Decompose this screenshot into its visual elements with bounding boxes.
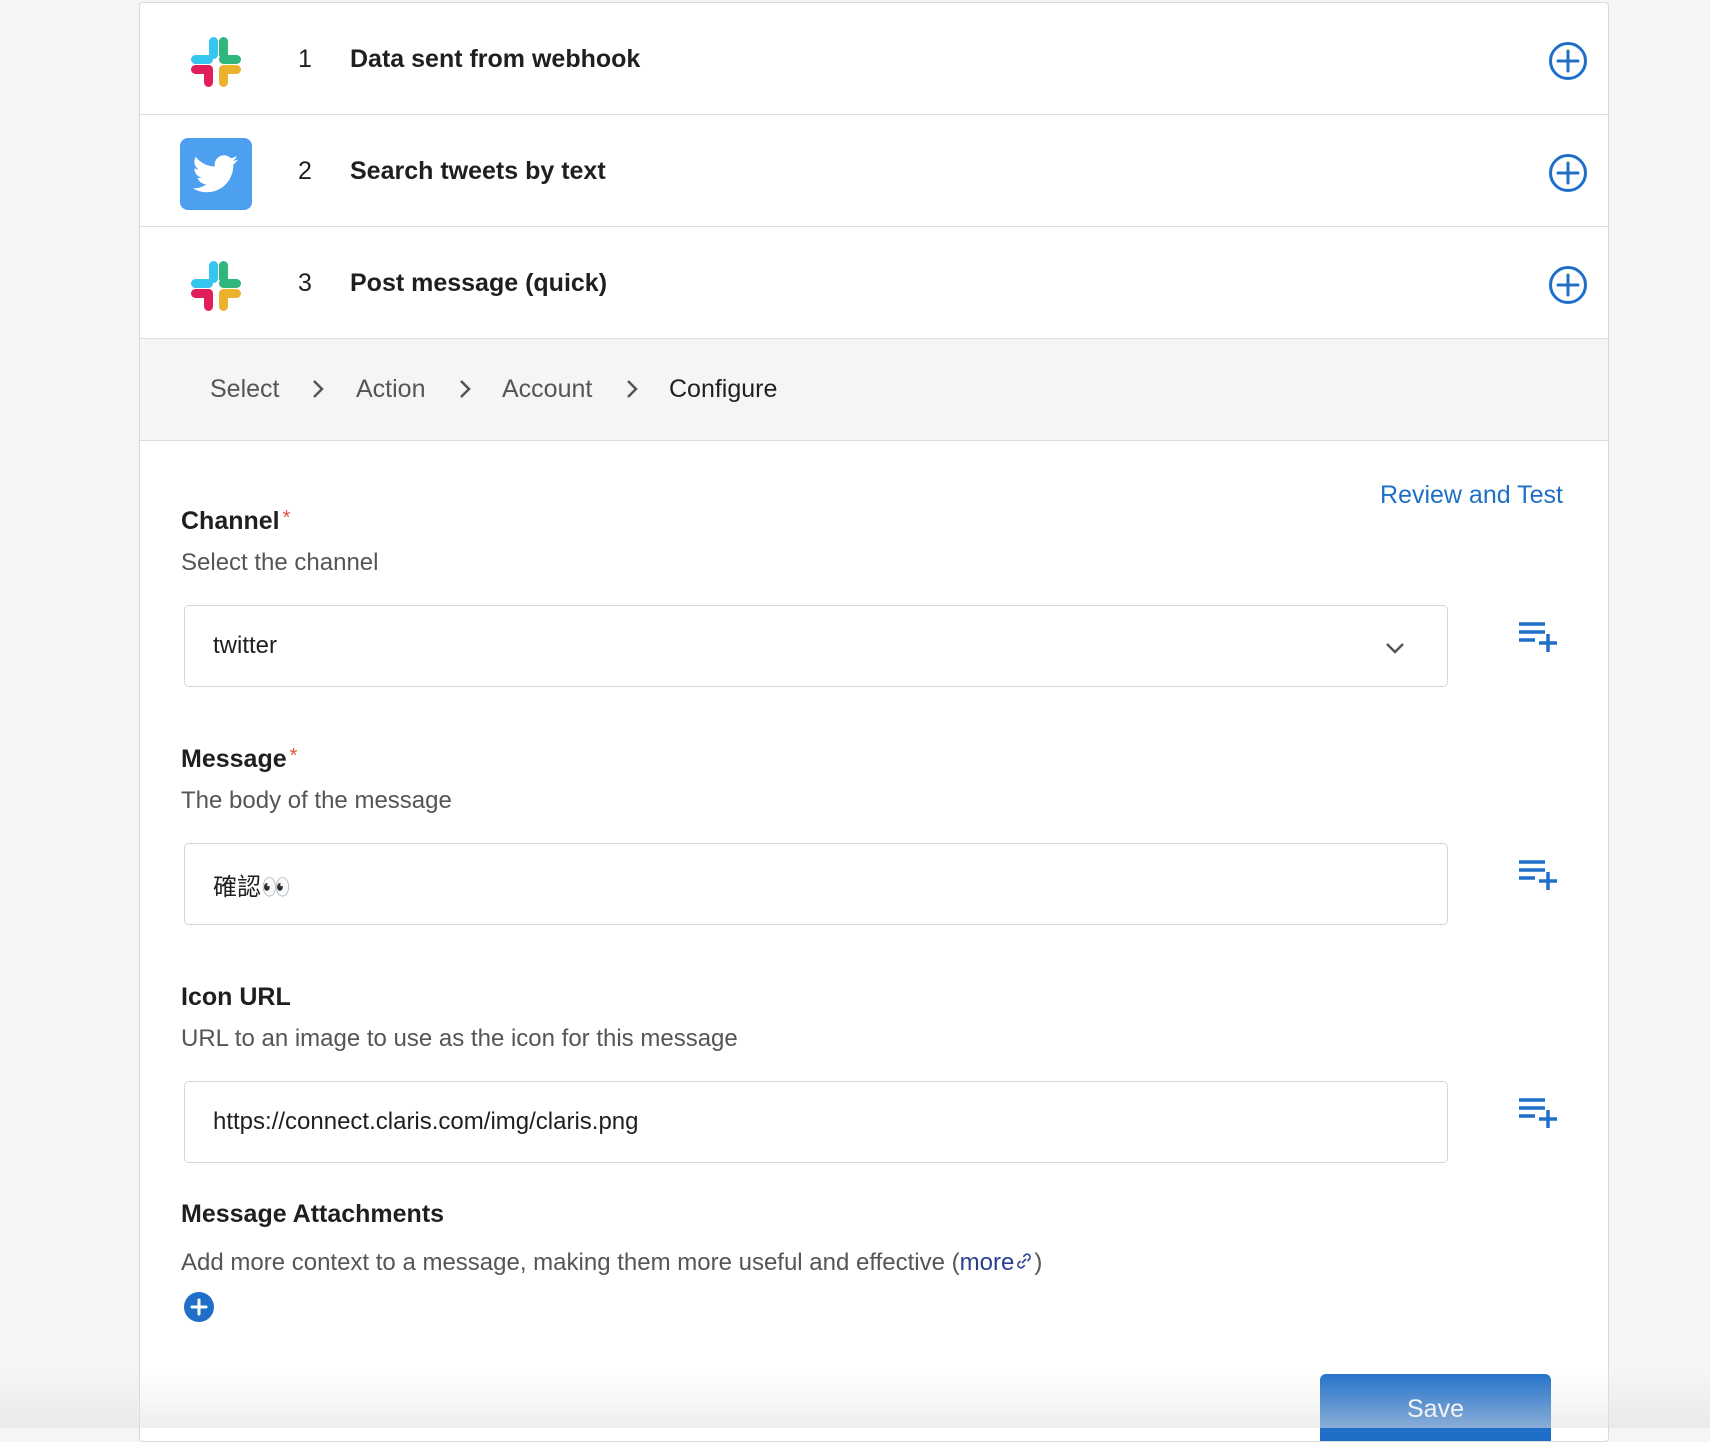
breadcrumb-configure[interactable]: Configure	[669, 339, 777, 439]
breadcrumb-account[interactable]: Account	[502, 339, 592, 439]
playlist-add-icon[interactable]	[1517, 620, 1561, 654]
icon-url-help: URL to an image to use as the icon for t…	[181, 1025, 738, 1052]
message-field[interactable]: 確認👀	[184, 843, 1448, 925]
step-title: Data sent from webhook	[350, 44, 641, 73]
add-attachment-button[interactable]	[183, 1291, 215, 1323]
slack-icon	[180, 26, 252, 98]
chevron-right-icon	[313, 380, 324, 398]
chevron-down-icon	[1386, 643, 1404, 654]
required-marker: *	[289, 745, 298, 767]
message-label: Message *	[181, 745, 297, 774]
channel-label-text: Channel	[181, 507, 280, 535]
step-row-3[interactable]: 3 Post message (quick)	[140, 227, 1608, 339]
step-number: 1	[298, 44, 312, 73]
more-link-label: more	[959, 1249, 1015, 1276]
message-value: 確認👀	[213, 873, 291, 901]
message-label-text: Message	[181, 745, 287, 773]
chevron-right-icon	[627, 380, 638, 398]
required-marker: *	[282, 507, 291, 529]
slack-icon	[180, 250, 252, 322]
workflow-card: 1 Data sent from webhook 2 Search tweets…	[139, 2, 1609, 1442]
attachments-help-text: Add more context to a message, making th…	[181, 1249, 960, 1276]
playlist-add-icon[interactable]	[1517, 858, 1561, 892]
step-title: Search tweets by text	[350, 156, 606, 185]
attachments-help-suffix: )	[1034, 1249, 1043, 1276]
step-number: 2	[298, 156, 312, 185]
chevron-right-icon	[460, 380, 471, 398]
plus-circle-icon[interactable]	[1548, 265, 1588, 305]
plus-circle-icon[interactable]	[1548, 153, 1588, 193]
more-link[interactable]: more	[960, 1249, 1035, 1276]
step-row-1[interactable]: 1 Data sent from webhook	[140, 3, 1608, 115]
channel-help: Select the channel	[181, 549, 379, 576]
attachments-help: Add more context to a message, making th…	[181, 1249, 1042, 1277]
plus-circle-icon[interactable]	[1548, 41, 1588, 81]
icon-url-field[interactable]: https://connect.claris.com/img/claris.pn…	[184, 1081, 1448, 1163]
message-help: The body of the message	[181, 787, 452, 814]
attachments-label: Message Attachments	[181, 1200, 445, 1228]
icon-url-value: https://connect.claris.com/img/claris.pn…	[213, 1108, 639, 1135]
channel-value: twitter	[213, 632, 278, 659]
channel-label: Channel *	[181, 507, 290, 536]
save-button[interactable]: Save	[1320, 1374, 1551, 1441]
step-row-2[interactable]: 2 Search tweets by text	[140, 115, 1608, 227]
channel-select[interactable]: twitter	[184, 605, 1448, 687]
breadcrumb-action[interactable]: Action	[356, 339, 425, 439]
breadcrumb: Select Action Account Configure	[140, 339, 1608, 441]
plus-circle-icon	[184, 1292, 214, 1322]
step-number: 3	[298, 268, 312, 297]
icon-url-label: Icon URL	[181, 983, 291, 1011]
playlist-add-icon[interactable]	[1517, 1096, 1561, 1130]
breadcrumb-select[interactable]: Select	[210, 339, 279, 439]
review-and-test-link[interactable]: Review and Test	[1380, 481, 1563, 510]
twitter-icon	[180, 138, 252, 210]
step-title: Post message (quick)	[350, 268, 608, 297]
link-icon	[1017, 1253, 1032, 1269]
